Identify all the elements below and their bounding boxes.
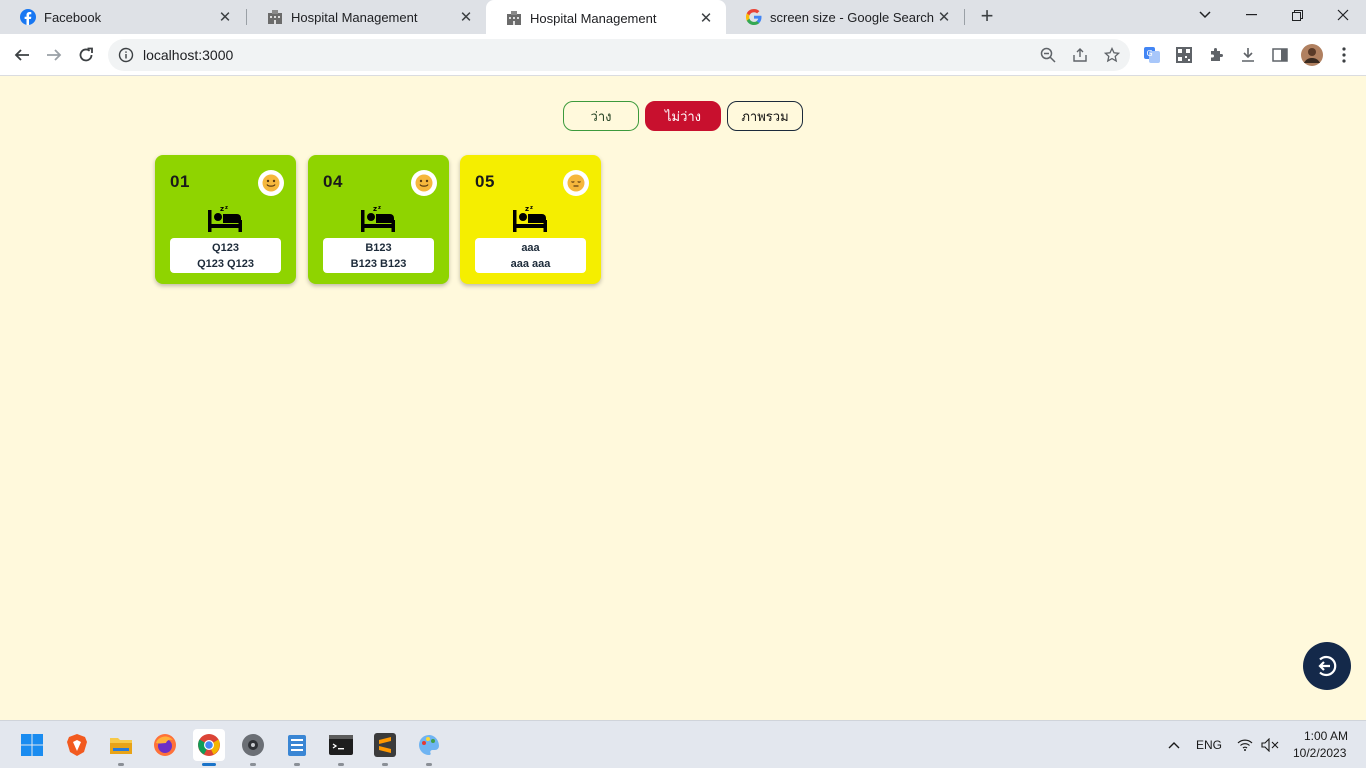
wifi-icon[interactable] [1234,729,1256,761]
bed-number: 04 [323,172,343,191]
site-info-icon[interactable] [118,47,134,63]
patient-code: aaa [521,242,540,254]
zoom-icon[interactable] [1038,45,1058,65]
windows-start-icon[interactable] [16,729,48,761]
chrome-icon[interactable] [193,729,225,766]
patient-code: B123 [365,242,392,254]
media-player-icon[interactable] [237,729,269,766]
running-indicator [382,763,388,766]
tab-title: Hospital Management [291,9,418,25]
tab-search-chevron-icon[interactable] [1182,0,1228,30]
close-tab-icon[interactable]: ✕ [696,8,716,28]
filter-overview-button[interactable]: ภาพรวม [727,101,803,131]
active-indicator [202,763,216,766]
svg-text:z: z [225,205,228,211]
download-icon[interactable] [1234,41,1262,69]
new-tab-button[interactable]: + [974,5,1000,29]
browser-tab-strip: Facebook ✕ Hospital Management ✕ Hospita… [0,0,1366,36]
filter-occupied-button[interactable]: ไม่ว่าง [645,101,721,131]
patient-name: aaa aaa [510,258,551,270]
reload-icon[interactable] [72,41,100,69]
tab-title: Facebook [44,9,102,25]
running-indicator [426,763,432,766]
svg-text:z: z [378,205,381,211]
tab-hospital-management-active[interactable]: Hospital Management ✕ [486,0,726,36]
running-indicator [294,763,300,766]
patient-info: aaa aaa aaa [475,238,586,273]
bed-card[interactable]: 01 zz Q123 Q123 Q123 [155,155,296,284]
logout-button[interactable] [1303,642,1351,690]
restore-button[interactable] [1274,0,1320,30]
tab-facebook[interactable]: Facebook ✕ [0,0,245,34]
notepad-icon[interactable] [281,729,313,766]
forward-arrow-icon[interactable] [40,41,68,69]
browser-menu-icon[interactable] [1330,41,1358,69]
input-language-indicator[interactable]: ENG [1196,738,1222,752]
side-panel-icon[interactable] [1266,41,1294,69]
volume-muted-icon[interactable] [1258,729,1282,761]
profile-avatar[interactable] [1298,41,1326,69]
bed-icon: zz [207,205,243,233]
qr-code-extension-icon[interactable] [1170,41,1198,69]
browser-toolbar: localhost:3000 G [0,34,1366,76]
close-tab-icon[interactable]: ✕ [456,7,476,27]
sublime-text-icon[interactable] [369,729,401,766]
filter-free-button[interactable]: ว่าง [563,101,639,131]
patient-info: Q123 Q123 Q123 [170,238,281,273]
extensions-puzzle-icon[interactable] [1202,41,1230,69]
bed-number: 05 [475,172,495,191]
facebook-icon [20,9,36,25]
back-arrow-icon[interactable] [8,41,36,69]
address-bar[interactable]: localhost:3000 [108,39,1130,71]
brave-browser-icon[interactable] [61,729,93,761]
google-icon [746,9,762,25]
paint-app-icon[interactable] [413,729,445,766]
relieved-face-icon [563,170,589,196]
running-indicator [338,763,344,766]
bed-card[interactable]: 05 zz aaa aaa aaa [460,155,601,284]
svg-text:z: z [373,205,377,213]
tab-title: screen size - Google Search [770,9,934,25]
tab-divider [964,9,965,25]
happy-face-icon [411,170,437,196]
os-taskbar: ENG 1:00 AM 10/2/2023 [0,720,1366,768]
tab-google-search[interactable]: screen size - Google Search ✕ [726,0,964,34]
file-explorer-icon[interactable] [105,729,137,766]
logout-icon [1318,655,1337,677]
running-indicator [118,763,124,766]
url-text: localhost:3000 [143,47,234,63]
svg-text:G: G [1147,49,1153,58]
svg-text:z: z [525,205,529,213]
tab-hospital-management-1[interactable]: Hospital Management ✕ [247,0,486,34]
happy-face-icon [258,170,284,196]
minimize-button[interactable] [1228,0,1274,30]
terminal-icon[interactable] [325,729,357,766]
hospital-icon [506,10,522,26]
system-tray-chevron-icon[interactable] [1160,729,1188,761]
clock-date[interactable]: 10/2/2023 [1293,746,1346,760]
tab-title: Hospital Management [530,10,657,26]
clock-time[interactable]: 1:00 AM [1304,729,1348,743]
firefox-icon[interactable] [149,729,181,761]
svg-text:z: z [530,205,533,211]
svg-text:z: z [220,205,224,213]
hospital-icon [267,9,283,25]
patient-name: Q123 Q123 [197,258,254,270]
bed-number: 01 [170,172,190,191]
running-indicator [250,763,256,766]
close-window-button[interactable] [1320,0,1366,30]
bookmark-star-icon[interactable] [1102,45,1122,65]
translate-extension-icon[interactable]: G [1138,41,1166,69]
close-tab-icon[interactable]: ✕ [215,7,235,27]
bed-icon: zz [512,205,548,233]
bed-icon: zz [360,205,396,233]
close-tab-icon[interactable]: ✕ [934,7,954,27]
patient-name: B123 B123 [350,258,407,270]
patient-code: Q123 [212,242,239,254]
patient-info: B123 B123 B123 [323,238,434,273]
share-icon[interactable] [1070,45,1090,65]
bed-card[interactable]: 04 zz B123 B123 B123 [308,155,449,284]
